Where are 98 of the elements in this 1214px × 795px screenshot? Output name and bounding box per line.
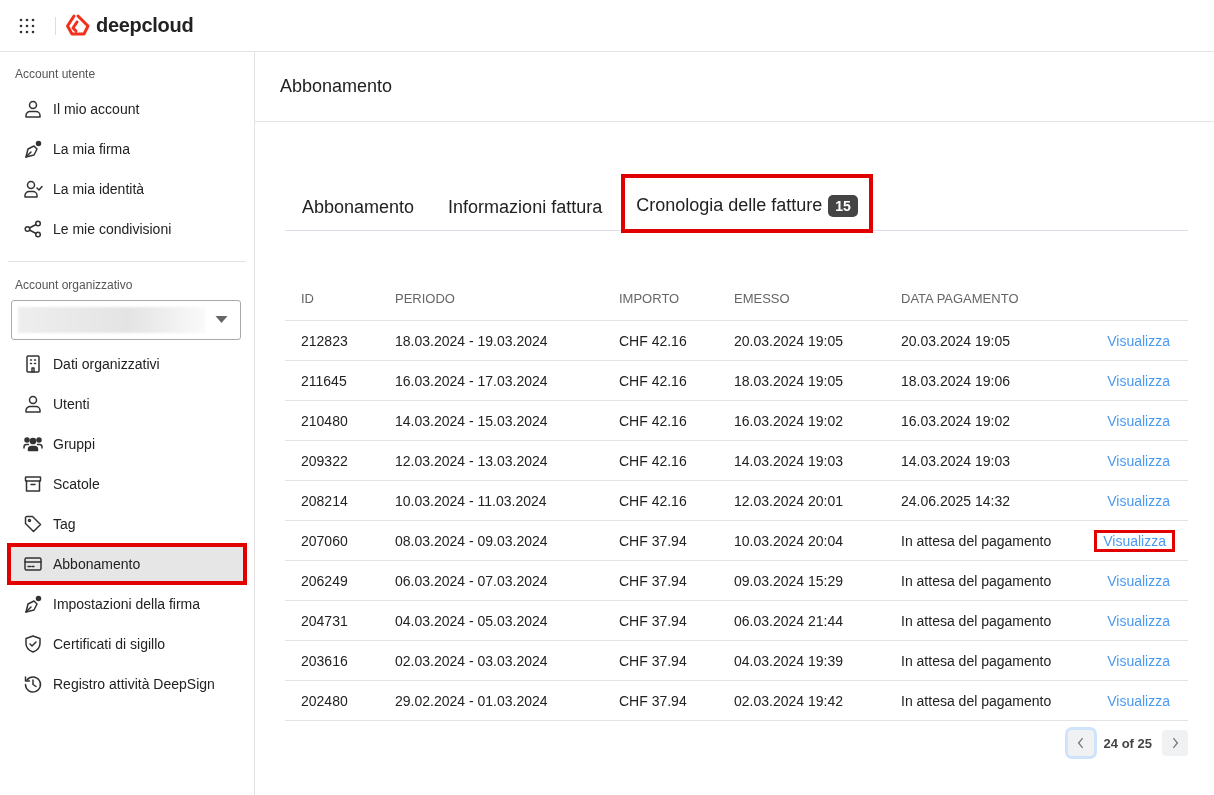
payment-date-cell: 18.03.2024 19:06 bbox=[901, 372, 1010, 389]
id-cell: 203616 bbox=[301, 652, 348, 669]
sidebar-item[interactable]: Il mio account bbox=[8, 89, 246, 129]
sidebar-item[interactable]: Certificati di sigillo bbox=[8, 624, 246, 664]
id-cell: 212823 bbox=[301, 332, 348, 349]
tab[interactable]: Cronologia delle fatture 15 bbox=[623, 176, 871, 231]
brand-name: deepcloud bbox=[96, 14, 194, 37]
payment-date-cell: In attesa del pagamento bbox=[901, 652, 1052, 669]
issued-cell: 04.03.2024 19:39 bbox=[734, 652, 843, 669]
payment-date-cell: In attesa del pagamento bbox=[901, 692, 1052, 709]
count-badge: 15 bbox=[828, 194, 858, 217]
issued-cell: 16.03.2024 19:02 bbox=[734, 412, 843, 429]
caret-icon bbox=[215, 316, 228, 324]
amount-cell: CHF 42.16 bbox=[619, 372, 687, 389]
previous-page-button[interactable] bbox=[1067, 730, 1094, 756]
section-label: Account utente bbox=[14, 67, 97, 83]
pen-nib-icon bbox=[23, 594, 43, 614]
tab[interactable]: Informazioni fattura bbox=[431, 184, 620, 230]
amount-cell: CHF 42.16 bbox=[619, 492, 687, 509]
app-grid-icon[interactable] bbox=[19, 17, 35, 34]
id-cell: 208214 bbox=[301, 492, 348, 509]
amount-cell: CHF 37.94 bbox=[619, 692, 687, 709]
history-icon bbox=[23, 674, 43, 694]
id-cell: 206249 bbox=[301, 572, 348, 589]
page-title: Abbonamento bbox=[280, 76, 393, 97]
issued-cell: 18.03.2024 19:05 bbox=[734, 372, 843, 389]
period-cell: 04.03.2024 - 05.03.2024 bbox=[395, 612, 548, 629]
page-indicator: 24 of 25 bbox=[1103, 735, 1152, 751]
payment-date-cell: In attesa del pagamento bbox=[901, 532, 1052, 549]
payment-date-cell: 16.03.2024 19:02 bbox=[901, 412, 1010, 429]
id-cell: 207060 bbox=[301, 532, 348, 549]
chevron-left-icon bbox=[1076, 737, 1085, 749]
payment-date-cell: 20.03.2024 19:05 bbox=[901, 332, 1010, 349]
sidebar-item[interactable]: Abbonamento bbox=[8, 544, 246, 584]
next-page-button[interactable] bbox=[1162, 730, 1188, 756]
amount-cell: CHF 42.16 bbox=[619, 332, 687, 349]
shield-check-icon bbox=[23, 634, 43, 654]
period-cell: 10.03.2024 - 11.03.2024 bbox=[395, 492, 547, 509]
building-icon bbox=[23, 354, 43, 374]
credit-card-icon bbox=[23, 554, 43, 574]
logo-icon bbox=[65, 12, 91, 39]
sidebar-item[interactable]: Utenti bbox=[8, 384, 246, 424]
id-cell: 209322 bbox=[301, 452, 348, 469]
sidebar-item[interactable]: Gruppi bbox=[8, 424, 246, 464]
sidebar-item[interactable]: La mia identità bbox=[8, 169, 246, 209]
group-icon bbox=[23, 434, 43, 454]
share-icon bbox=[23, 219, 43, 239]
section-label: Account organizzativo bbox=[14, 278, 134, 294]
issued-cell: 09.03.2024 15:29 bbox=[734, 572, 843, 589]
period-cell: 06.03.2024 - 07.03.2024 bbox=[395, 572, 548, 589]
pen-nib-icon bbox=[23, 139, 43, 159]
column-header: EMESSO bbox=[718, 276, 885, 321]
id-cell: 202480 bbox=[301, 692, 348, 709]
person-check-icon bbox=[23, 179, 43, 199]
sidebar-item[interactable]: Tag bbox=[8, 504, 246, 544]
period-cell: 14.03.2024 - 15.03.2024 bbox=[395, 412, 548, 429]
sidebar-item[interactable]: Registro attività DeepSign bbox=[8, 664, 246, 704]
issued-cell: 10.03.2024 20:04 bbox=[734, 532, 843, 549]
column-header: DATA PAGAMENTO bbox=[885, 276, 1070, 321]
amount-cell: CHF 37.94 bbox=[619, 652, 687, 669]
amount-cell: CHF 37.94 bbox=[619, 612, 687, 629]
payment-date-cell: 24.06.2025 14:32 bbox=[901, 492, 1010, 509]
id-cell: 210480 bbox=[301, 412, 348, 429]
period-cell: 08.03.2024 - 09.03.2024 bbox=[395, 532, 548, 549]
issued-cell: 06.03.2024 21:44 bbox=[734, 612, 843, 629]
column-header: PERIODO bbox=[379, 276, 603, 321]
tab[interactable]: Abbonamento bbox=[285, 184, 432, 230]
amount-cell: CHF 37.94 bbox=[619, 572, 687, 589]
sidebar-item[interactable]: Impostazioni della firma bbox=[8, 584, 246, 624]
id-cell: 204731 bbox=[301, 612, 348, 629]
column-header: ID bbox=[285, 276, 379, 321]
organization-select[interactable] bbox=[11, 300, 241, 340]
sidebar-item[interactable]: Scatole bbox=[8, 464, 246, 504]
sidebar-item[interactable]: Le mie condivisioni bbox=[8, 209, 246, 249]
sidebar-item[interactable]: Dati organizzativi bbox=[8, 344, 246, 384]
period-cell: 12.03.2024 - 13.03.2024 bbox=[395, 452, 548, 469]
issued-cell: 14.03.2024 19:03 bbox=[734, 452, 843, 469]
id-cell: 211645 bbox=[301, 372, 347, 389]
period-cell: 29.02.2024 - 01.03.2024 bbox=[395, 692, 548, 709]
issued-cell: 20.03.2024 19:05 bbox=[734, 332, 843, 349]
payment-date-cell: In attesa del pagamento bbox=[901, 612, 1052, 629]
payment-date-cell: 14.03.2024 19:03 bbox=[901, 452, 1010, 469]
column-header: IMPORTO bbox=[603, 276, 718, 321]
period-cell: 18.03.2024 - 19.03.2024 bbox=[395, 332, 548, 349]
chevron-right-icon bbox=[1171, 737, 1179, 749]
amount-cell: CHF 42.16 bbox=[619, 452, 687, 469]
tag-icon bbox=[23, 514, 43, 534]
sidebar-item[interactable]: La mia firma bbox=[8, 129, 246, 169]
amount-cell: CHF 37.94 bbox=[619, 532, 687, 549]
period-cell: 16.03.2024 - 17.03.2024 bbox=[395, 372, 548, 389]
payment-date-cell: In attesa del pagamento bbox=[901, 572, 1052, 589]
archive-box-icon bbox=[23, 474, 43, 494]
issued-cell: 12.03.2024 20:01 bbox=[734, 492, 843, 509]
period-cell: 02.03.2024 - 03.03.2024 bbox=[395, 652, 548, 669]
person-icon bbox=[23, 99, 43, 119]
amount-cell: CHF 42.16 bbox=[619, 412, 687, 429]
issued-cell: 02.03.2024 19:42 bbox=[734, 692, 843, 709]
person-icon bbox=[23, 394, 43, 414]
